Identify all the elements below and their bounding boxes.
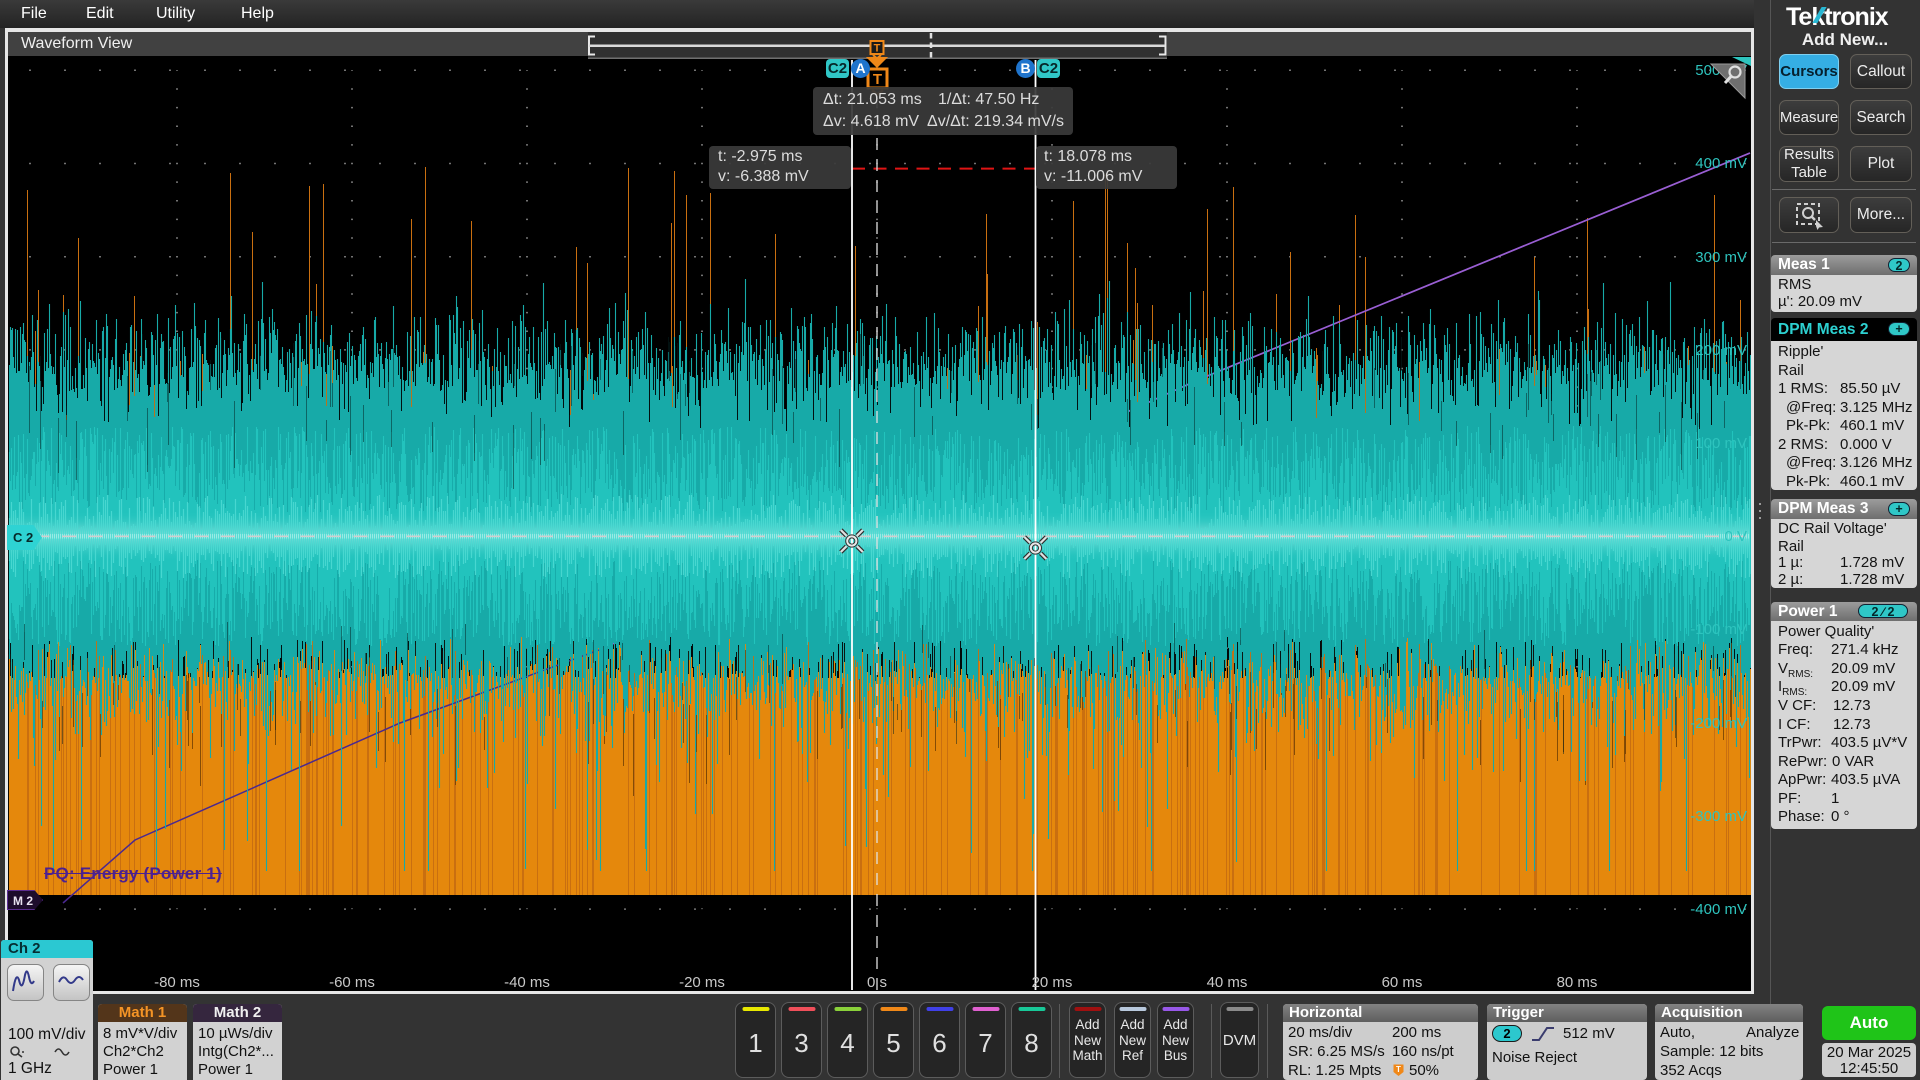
svg-text:100 mV: 100 mV (1695, 435, 1747, 452)
svg-text:60 ms: 60 ms (1382, 974, 1423, 991)
svg-text:-300 mV: -300 mV (1690, 808, 1747, 825)
svg-text:-60 ms: -60 ms (329, 974, 375, 991)
svg-text:40 ms: 40 ms (1207, 974, 1248, 991)
svg-text:T: T (874, 43, 881, 55)
svg-text:-200 mV: -200 mV (1690, 715, 1747, 732)
svg-text:400 mV: 400 mV (1695, 155, 1747, 172)
svg-text:0 V: 0 V (1724, 528, 1747, 545)
svg-text:-400 mV: -400 mV (1690, 901, 1747, 918)
svg-text:300 mV: 300 mV (1695, 249, 1747, 266)
svg-text:-40 ms: -40 ms (504, 974, 550, 991)
svg-text:T: T (1396, 1065, 1401, 1074)
svg-text:-100 mV: -100 mV (1690, 621, 1747, 638)
svg-text:T: T (873, 71, 882, 88)
svg-text:-80 ms: -80 ms (154, 974, 200, 991)
svg-text:20 ms: 20 ms (1032, 974, 1073, 991)
svg-text:80 ms: 80 ms (1557, 974, 1598, 991)
svg-text:200 mV: 200 mV (1695, 342, 1747, 359)
svg-text:-20 ms: -20 ms (679, 974, 725, 991)
svg-text:0 s: 0 s (867, 974, 887, 991)
